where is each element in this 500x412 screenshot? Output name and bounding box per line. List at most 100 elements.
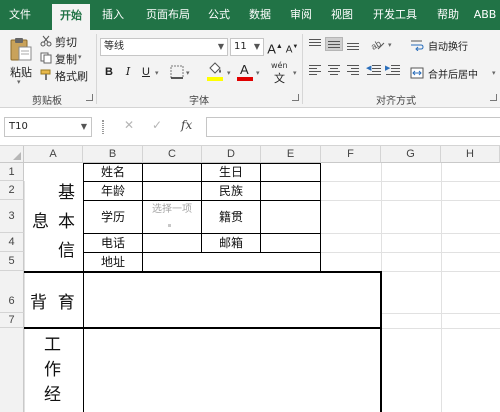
label-birthday: 生日: [218, 165, 243, 179]
phonetic-label: wén: [271, 61, 288, 70]
align-left-icon[interactable]: [307, 64, 323, 76]
orientation-dropdown-icon[interactable]: ▾: [388, 41, 392, 49]
cut-button[interactable]: 剪切: [40, 34, 84, 49]
row-header[interactable]: 5: [0, 252, 24, 271]
tab-view[interactable]: 视图: [325, 0, 359, 30]
format-painter-label: 格式刷: [55, 70, 88, 83]
tab-page-layout[interactable]: 页面布局: [138, 0, 198, 30]
row-header[interactable]: [0, 328, 24, 412]
align-right-icon[interactable]: [345, 64, 361, 76]
merge-center-label: 合并后居中: [428, 70, 478, 81]
font-dialog-launcher-icon[interactable]: [292, 94, 299, 101]
row-header[interactable]: 2: [0, 181, 24, 200]
insert-function-icon[interactable]: fx: [181, 118, 192, 132]
row-header[interactable]: 7: [0, 313, 24, 328]
chevron-down-icon: ▼: [217, 42, 224, 51]
clipboard-dialog-launcher-icon[interactable]: [86, 94, 93, 101]
copy-button[interactable]: 复制 ▾: [40, 51, 84, 66]
alignment-group-label: 对齐方式: [376, 96, 416, 107]
decrease-font-size-button[interactable]: A▼: [284, 39, 300, 55]
column-header[interactable]: C: [143, 146, 202, 163]
fill-color-dropdown-icon[interactable]: ▾: [227, 69, 231, 77]
phonetic-dropdown-icon[interactable]: ▾: [293, 69, 297, 77]
scissors-icon: [40, 35, 52, 47]
paint-bucket-icon: [209, 62, 221, 74]
column-header[interactable]: D: [202, 146, 261, 163]
tab-help[interactable]: 帮助: [431, 0, 465, 30]
resize-handle[interactable]: [102, 120, 104, 134]
tab-abb[interactable]: ABB: [470, 0, 500, 30]
font-group-label: 字体: [189, 96, 209, 107]
tab-formulas[interactable]: 公式: [202, 0, 236, 30]
chevron-down-icon: ▼: [80, 122, 87, 131]
tab-file[interactable]: 文件: [2, 0, 38, 30]
clipboard-icon: [10, 38, 32, 61]
font-name-dropdown[interactable]: 等线 ▼: [100, 38, 228, 56]
copy-label: 复制: [55, 53, 77, 66]
font-color-dropdown-icon[interactable]: ▾: [256, 69, 260, 77]
tab-insert[interactable]: 插入: [95, 0, 131, 30]
tab-review[interactable]: 审阅: [284, 0, 318, 30]
column-header[interactable]: B: [83, 146, 143, 163]
column-header[interactable]: G: [381, 146, 441, 163]
formula-bar: T10 ▼ ✕ ✓ fx: [0, 108, 500, 146]
alignment-dialog-launcher-icon[interactable]: [490, 94, 497, 101]
row-header[interactable]: 3: [0, 200, 24, 233]
phonetic-char-icon: 文: [274, 72, 285, 85]
wrap-text-button[interactable]: 自动换行: [410, 37, 480, 53]
bold-button[interactable]: B: [101, 64, 117, 80]
cancel-icon[interactable]: ✕: [124, 118, 134, 132]
font-name-value: 等线: [104, 41, 124, 52]
fill-color-button[interactable]: [207, 62, 225, 82]
font-color-swatch: [237, 77, 253, 81]
wrap-text-icon: [411, 40, 424, 51]
section-work-char: 工: [44, 335, 61, 355]
name-box[interactable]: T10 ▼: [4, 117, 92, 137]
align-center-icon[interactable]: [326, 64, 342, 76]
top-align-icon[interactable]: [307, 38, 323, 50]
label-ethnicity: 民族: [218, 184, 243, 198]
enter-icon[interactable]: ✓: [152, 118, 162, 132]
merge-dropdown-icon[interactable]: ▾: [492, 69, 496, 77]
chevron-down-icon: ▼: [253, 42, 260, 51]
copy-dropdown-icon: ▾: [78, 53, 82, 61]
underline-button[interactable]: U: [138, 64, 154, 80]
borders-icon[interactable]: [170, 65, 184, 79]
column-header[interactable]: H: [441, 146, 500, 163]
paste-button[interactable]: 粘贴 ▾: [6, 34, 36, 88]
tab-home[interactable]: 开始: [52, 4, 90, 30]
middle-align-icon[interactable]: [325, 37, 343, 51]
merge-center-button[interactable]: 合并后居中: [410, 65, 494, 81]
select-all-button[interactable]: [0, 146, 24, 163]
formula-input[interactable]: [206, 117, 500, 137]
borders-dropdown-icon[interactable]: ▾: [186, 69, 190, 77]
font-size-dropdown[interactable]: 11 ▼: [230, 38, 264, 56]
font-color-button[interactable]: A: [237, 62, 253, 82]
tab-developer[interactable]: 开发工具: [366, 0, 424, 30]
column-header[interactable]: A: [24, 146, 83, 163]
italic-button[interactable]: I: [120, 64, 136, 80]
tab-data[interactable]: 数据: [243, 0, 277, 30]
row-header[interactable]: 1: [0, 163, 24, 181]
increase-indent-icon[interactable]: ▶: [385, 64, 401, 76]
decrease-indent-icon[interactable]: ◀: [366, 64, 382, 76]
education-dropdown-cell[interactable]: 选择一项: [143, 203, 201, 217]
label-phone: 电话: [100, 236, 125, 250]
section-work-char: 作: [44, 360, 61, 380]
row-header[interactable]: 6: [0, 271, 24, 313]
bottom-align-icon[interactable]: [345, 38, 361, 50]
format-painter-button[interactable]: 格式刷: [40, 68, 88, 83]
phonetic-guide-button[interactable]: wén 文: [270, 60, 294, 85]
column-header[interactable]: E: [261, 146, 321, 163]
increase-font-size-button[interactable]: A▲: [267, 39, 283, 56]
label-education: 学历: [100, 210, 125, 224]
column-header[interactable]: F: [321, 146, 381, 163]
clipboard-group-label: 剪贴板: [32, 96, 62, 107]
orientation-icon[interactable]: ab: [370, 37, 386, 51]
cut-label: 剪切: [55, 36, 77, 49]
ribbon-tab-bar: 文件 开始 插入 页面布局 公式 数据 审阅 视图 开发工具 帮助 ABB: [0, 0, 500, 30]
label-native-place: 籍贯: [218, 210, 243, 224]
underline-dropdown-icon[interactable]: ▾: [155, 69, 159, 77]
paste-label: 粘贴: [10, 66, 32, 79]
row-header[interactable]: 4: [0, 233, 24, 252]
